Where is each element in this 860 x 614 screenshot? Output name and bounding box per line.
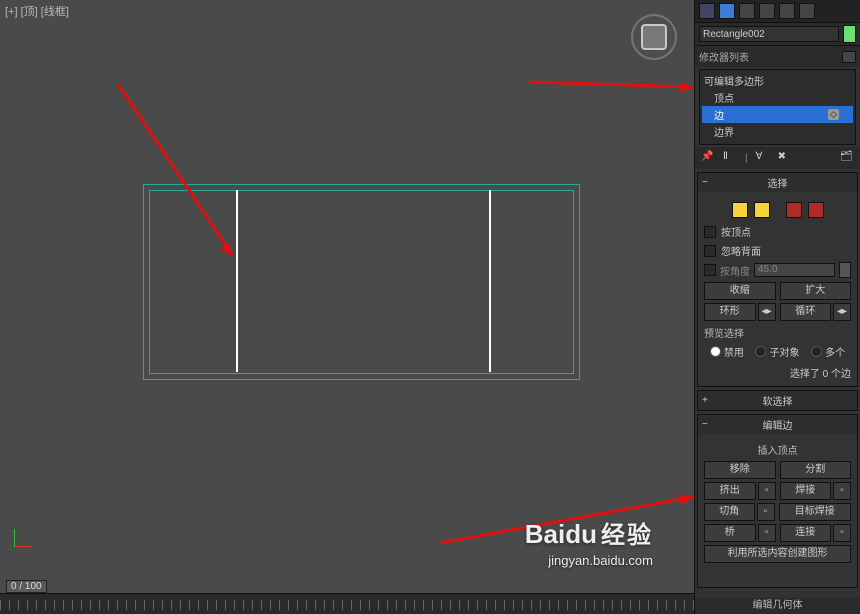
selected-edge-1 (236, 190, 238, 372)
timeline[interactable]: 0 / 100 (0, 593, 695, 614)
crease-spinner[interactable] (780, 566, 848, 580)
stack-sub-polygon[interactable]: 多边形 (702, 140, 853, 145)
loop-spinner[interactable]: ◂▸ (833, 303, 851, 321)
configure-sets-icon[interactable]: 🗂 (840, 151, 854, 165)
subobj-edge-icon[interactable] (754, 202, 770, 218)
modifier-list-label: 修改器列表 (699, 49, 749, 64)
ignore-backface-checkbox[interactable]: 忽略背面 (704, 243, 851, 258)
create-shape-button[interactable]: 利用所选内容创建图形 (704, 545, 851, 563)
by-vertex-label: 按顶点 (721, 224, 751, 239)
preview-selection-label: 预览选择 (704, 325, 851, 340)
viewport-label[interactable]: [+] [顶] [线框] (5, 3, 69, 19)
modifier-stack[interactable]: 可编辑多边形 顶点 边 ◇ 边界 多边形 元素 (699, 69, 856, 145)
extrude-button[interactable]: 挤出 (704, 482, 756, 500)
rollout-edit-edges-header[interactable]: − 编辑边 (698, 415, 857, 434)
watermark-url: jingyan.baidu.com (548, 553, 653, 568)
tab-create-icon[interactable] (699, 3, 715, 19)
chevron-down-icon (842, 51, 856, 63)
ring-button[interactable]: 环形 (704, 303, 756, 321)
by-vertex-checkbox[interactable]: 按顶点 (704, 224, 851, 239)
show-end-result-icon[interactable]: Ⅱ (723, 151, 737, 165)
command-panel-tabs (695, 0, 860, 22)
selected-edge-2 (489, 190, 491, 372)
rollout-edit-edges-title: 编辑边 (763, 417, 793, 432)
command-panel: 修改器列表 可编辑多边形 顶点 边 ◇ 边界 多边形 元素 📌 Ⅱ | ∀ ✖ … (694, 0, 860, 614)
by-angle-label: 按角度 (720, 263, 750, 278)
ignore-backface-label: 忽略背面 (721, 243, 761, 258)
minus-icon: − (702, 419, 708, 430)
extrude-settings-button[interactable]: ▫ (758, 482, 776, 500)
make-unique-icon[interactable]: ∀ (756, 151, 770, 165)
subobj-vertex-icon[interactable] (732, 202, 748, 218)
radio-subobject[interactable]: 子对象 (755, 344, 799, 359)
tab-motion-icon[interactable] (759, 3, 775, 19)
weight-spinner[interactable] (704, 566, 772, 580)
viewport[interactable]: [+] [顶] [线框] Baidu 经验 jingyan.baidu.com (0, 0, 695, 594)
radio-disable[interactable]: 禁用 (710, 344, 744, 359)
object-name-row (695, 22, 860, 46)
stack-sub-border[interactable]: 边界 (702, 123, 853, 140)
watermark-cn: 经验 (601, 515, 653, 550)
by-angle-spinner: 45.0 (754, 263, 835, 277)
split-button[interactable]: 分割 (780, 461, 852, 479)
timeline-knob[interactable]: 0 / 100 (6, 580, 47, 593)
rollout-soft-selection-title: 软选择 (763, 393, 793, 408)
modifier-list-dropdown[interactable]: 修改器列表 (695, 46, 860, 67)
bridge-settings-button[interactable]: ▫ (758, 524, 776, 542)
minus-icon: − (702, 177, 708, 188)
geometry-rectangle-inner (149, 190, 574, 374)
rollout-soft-selection-header[interactable]: + 软选择 (698, 391, 857, 410)
plus-icon: + (702, 395, 708, 406)
rollout-selection: − 选择 按顶点 忽略背面 按角度 45.0 (697, 172, 858, 387)
bridge-button[interactable]: 桥 (704, 524, 756, 542)
loop-button[interactable]: 循环 (780, 303, 832, 321)
tab-display-icon[interactable] (779, 3, 795, 19)
stack-sub-edge-label: 边 (714, 107, 724, 122)
preview-selection-radios: 禁用 子对象 多个 (704, 344, 851, 359)
subobj-border-icon[interactable] (786, 202, 802, 218)
by-angle-spinner-buttons (839, 262, 851, 278)
weld-button[interactable]: 焊接 (780, 482, 832, 500)
subobject-level-icons (704, 202, 851, 218)
axis-gizmo (14, 525, 36, 547)
radio-multi[interactable]: 多个 (811, 344, 845, 359)
stack-sub-vertex[interactable]: 顶点 (702, 89, 853, 106)
insert-vertex-button[interactable]: 插入顶点 (704, 442, 851, 457)
watermark-brand: Baidu (525, 519, 597, 550)
tab-modify-icon[interactable] (719, 3, 735, 19)
chamfer-settings-button[interactable]: ▫ (757, 503, 775, 521)
tab-utilities-icon[interactable] (799, 3, 815, 19)
target-weld-button[interactable]: 目标焊接 (779, 503, 852, 521)
connect-button[interactable]: 连接 (780, 524, 832, 542)
viewcube-gizmo[interactable] (631, 14, 677, 60)
remove-modifier-icon[interactable]: ✖ (778, 151, 792, 165)
rollout-edit-geometry-header[interactable]: 编辑几何体 (695, 598, 860, 614)
stack-selection-indicator-icon: ◇ (828, 109, 839, 120)
weld-settings-button[interactable]: ▫ (833, 482, 851, 500)
object-name-input[interactable] (699, 26, 839, 42)
subobj-polygon-icon[interactable] (808, 202, 824, 218)
stack-sub-edge[interactable]: 边 ◇ (702, 106, 853, 123)
ring-spinner[interactable]: ◂▸ (758, 303, 776, 321)
rollout-selection-title: 选择 (768, 175, 788, 190)
rollout-soft-selection: + 软选择 (697, 390, 858, 411)
connect-settings-button[interactable]: ▫ (833, 524, 851, 542)
modifier-stack-tools: 📌 Ⅱ | ∀ ✖ 🗂 (695, 147, 860, 169)
timeline-ticks (0, 600, 695, 610)
shrink-button[interactable]: 收缩 (704, 282, 776, 300)
rollout-selection-header[interactable]: − 选择 (698, 173, 857, 192)
chamfer-button[interactable]: 切角 (704, 503, 755, 521)
stack-editable-poly[interactable]: 可编辑多边形 (702, 72, 853, 89)
object-color-swatch[interactable] (843, 25, 856, 43)
tab-hierarchy-icon[interactable] (739, 3, 755, 19)
selection-info: 选择了 0 个边 (704, 365, 851, 380)
by-angle-checkbox[interactable] (704, 264, 716, 276)
grow-button[interactable]: 扩大 (780, 282, 852, 300)
watermark-logo: Baidu 经验 (525, 515, 653, 550)
remove-button[interactable]: 移除 (704, 461, 776, 479)
pin-stack-icon[interactable]: 📌 (701, 151, 715, 165)
rollout-edit-edges: − 编辑边 插入顶点 移除 分割 挤出▫ 焊接▫ 切角▫ 目标焊接 桥▫ (697, 414, 858, 588)
